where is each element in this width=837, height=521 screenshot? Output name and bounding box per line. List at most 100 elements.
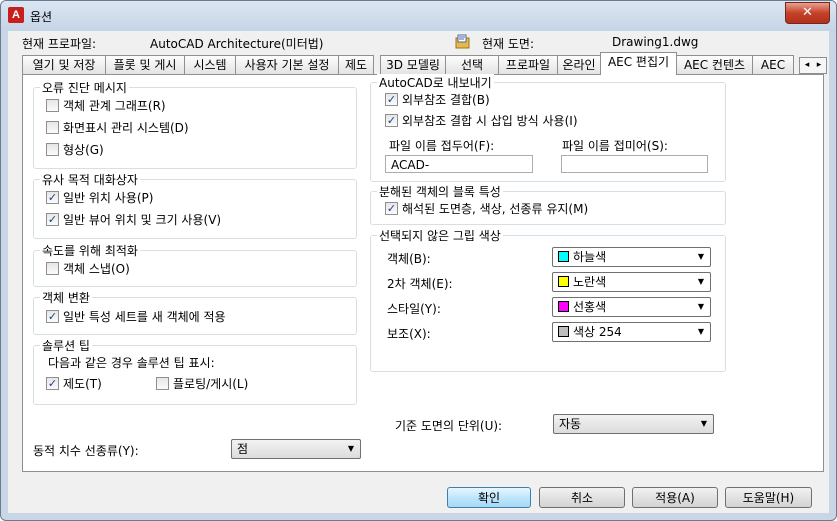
grip-secondary-value: 노란색 xyxy=(573,275,607,289)
color-swatch xyxy=(558,301,569,312)
grip-colors-group: 선택되지 않은 그립 색상 객체(B): 하늘색 ▼ 2차 객체(E): 노란색… xyxy=(370,227,726,372)
window-title: 옵션 xyxy=(30,10,53,24)
checkbox-label: 일반 특성 세트를 새 객체에 적용 xyxy=(63,310,226,324)
checkbox-box xyxy=(46,121,59,134)
tab-profiles[interactable]: 프로파일 xyxy=(498,55,558,74)
checkbox-label: 객체 스냅(O) xyxy=(63,262,130,276)
grip-auxiliary-dropdown[interactable]: 색상 254 ▼ xyxy=(552,322,711,342)
drawing-folder-icon xyxy=(455,34,470,49)
dialog-client: 현재 프로파일: AutoCAD Architecture(미터법) 현재 도면… xyxy=(8,31,829,513)
checkbox-box: ✓ xyxy=(46,377,59,390)
current-drawing-label: 현재 도면: xyxy=(482,37,535,51)
diag-display-system-checkbox[interactable]: 화면표시 관리 시스템(D) xyxy=(46,120,189,136)
chevron-down-icon: ▼ xyxy=(697,327,704,336)
diag-object-graph-checkbox[interactable]: 객체 관계 그래프(R) xyxy=(46,98,166,114)
apply-button[interactable]: 적용(A) xyxy=(632,487,718,508)
base-units-value: 자동 xyxy=(559,417,582,431)
chevron-down-icon: ▼ xyxy=(347,444,354,453)
checkbox-label: 일반 위치 사용(P) xyxy=(63,191,154,205)
grip-secondary-dropdown[interactable]: 노란색 ▼ xyxy=(552,272,711,292)
grip-style-dropdown[interactable]: 선홍색 ▼ xyxy=(552,297,711,317)
checkbox-box: ✓ xyxy=(46,310,59,323)
bind-xrefs-checkbox[interactable]: ✓ 외부참조 결합(B) xyxy=(385,92,490,108)
grip-auxiliary-label: 보조(X): xyxy=(387,327,431,341)
ok-button[interactable]: 확인 xyxy=(447,487,531,508)
filename-suffix-input[interactable] xyxy=(561,155,708,173)
object-conversion-group-title: 객체 변환 xyxy=(40,289,92,306)
bind-insert-method-checkbox[interactable]: ✓ 외부참조 결합 시 삽입 방식 사용(I) xyxy=(385,113,578,129)
diag-geometry-checkbox[interactable]: 형상(G) xyxy=(46,142,104,158)
checkbox-box xyxy=(46,262,59,275)
tab-system[interactable]: 시스템 xyxy=(184,55,236,74)
checkbox-box: ✓ xyxy=(46,191,59,204)
checkbox-box xyxy=(156,377,169,390)
close-button[interactable]: ✕ xyxy=(785,2,830,24)
solution-tips-group-title: 솔루션 팁 xyxy=(40,337,92,354)
grip-secondary-label: 2차 객체(E): xyxy=(387,277,453,291)
checkbox-box xyxy=(46,143,59,156)
exploded-group-title: 분해된 객체의 블록 특성 xyxy=(377,183,503,200)
color-swatch xyxy=(558,326,569,337)
exploded-group: 분해된 객체의 블록 특성 ✓ 해석된 도면층, 색상, 선종류 유지(M) xyxy=(370,183,726,225)
solution-tips-subtitle: 다음과 같은 경우 솔루션 팁 표시: xyxy=(48,356,215,370)
tab-scroll-right-icon[interactable]: ▸ xyxy=(813,58,825,73)
checkbox-label: 일반 뷰어 위치 및 크기 사용(V) xyxy=(63,213,222,227)
grip-colors-group-title: 선택되지 않은 그립 색상 xyxy=(377,227,503,244)
cancel-button[interactable]: 취소 xyxy=(539,487,625,508)
maintain-resolved-checkbox[interactable]: ✓ 해석된 도면층, 색상, 선종류 유지(M) xyxy=(385,201,588,217)
apply-common-property-sets-checkbox[interactable]: ✓ 일반 특성 세트를 새 객체에 적용 xyxy=(46,309,226,325)
tips-plotting-checkbox[interactable]: 플로팅/게시(L) xyxy=(156,376,248,392)
color-swatch xyxy=(558,276,569,287)
tab-scroll-buttons: ◂ ▸ xyxy=(799,57,827,74)
tab-scroll-left-icon[interactable]: ◂ xyxy=(801,58,813,73)
checkbox-box xyxy=(46,99,59,112)
checkbox-label: 외부참조 결합(B) xyxy=(402,93,490,107)
base-units-label: 기준 도면의 단위(U): xyxy=(395,419,503,433)
tab-user-preferences[interactable]: 사용자 기본 설정 xyxy=(235,55,339,74)
checkbox-label: 해석된 도면층, 색상, 선종류 유지(M) xyxy=(402,202,589,216)
tab-drafting[interactable]: 제도 xyxy=(338,55,374,74)
aec-editor-panel: 오류 진단 메시지 객체 관계 그래프(R) 화면표시 관리 시스템(D) 형상… xyxy=(22,74,824,472)
checkbox-label: 외부참조 결합 시 삽입 방식 사용(I) xyxy=(402,114,578,128)
grip-style-value: 선홍색 xyxy=(573,300,607,314)
base-units-dropdown[interactable]: 자동 ▼ xyxy=(553,414,714,434)
grip-object-dropdown[interactable]: 하늘색 ▼ xyxy=(552,247,711,267)
tab-aec-editor[interactable]: AEC 편집기 xyxy=(600,52,677,75)
chevron-down-icon: ▼ xyxy=(697,252,704,261)
help-button[interactable]: 도움말(H) xyxy=(725,487,812,508)
checkbox-box: ✓ xyxy=(46,213,59,226)
checkbox-label: 화면표시 관리 시스템(D) xyxy=(63,121,189,135)
current-profile-value: AutoCAD Architecture(미터법) xyxy=(150,37,324,51)
filename-prefix-label: 파일 이름 접두어(F): xyxy=(389,139,495,153)
chevron-down-icon: ▼ xyxy=(697,302,704,311)
common-position-checkbox[interactable]: ✓ 일반 위치 사용(P) xyxy=(46,190,153,206)
common-viewer-position-checkbox[interactable]: ✓ 일반 뷰어 위치 및 크기 사용(V) xyxy=(46,212,221,228)
tab-online[interactable]: 온라인 xyxy=(557,55,601,74)
checkbox-label: 객체 관계 그래프(R) xyxy=(63,99,166,113)
object-snap-checkbox[interactable]: 객체 스냅(O) xyxy=(46,261,130,277)
chevron-down-icon: ▼ xyxy=(700,419,707,428)
grip-style-label: 스타일(Y): xyxy=(387,302,441,316)
filename-prefix-input[interactable]: ACAD- xyxy=(385,155,533,173)
diagnostics-group-title: 오류 진단 메시지 xyxy=(40,79,129,96)
tab-selection[interactable]: 선택 xyxy=(445,55,499,74)
tab-open-save[interactable]: 열기 및 저장 xyxy=(22,55,106,74)
checkbox-box: ✓ xyxy=(385,114,398,127)
tab-aec[interactable]: AEC xyxy=(752,55,794,74)
checkbox-label: 형상(G) xyxy=(63,143,104,157)
dim-linetype-label: 동적 치수 선종류(Y): xyxy=(33,444,139,458)
tab-aec-content[interactable]: AEC 컨텐츠 xyxy=(676,55,753,74)
similar-dialogs-group-title: 유사 목적 대화상자 xyxy=(40,171,140,188)
filename-suffix-label: 파일 이름 접미어(S): xyxy=(562,139,668,153)
dim-linetype-dropdown[interactable]: 점 ▼ xyxy=(231,439,361,459)
optimize-group-title: 속도를 위해 최적화 xyxy=(40,242,140,259)
tab-3d-modeling[interactable]: 3D 모델링 xyxy=(380,55,446,74)
title-bar[interactable]: A 옵션 ✕ xyxy=(1,1,836,31)
dim-linetype-value: 점 xyxy=(237,442,249,456)
object-conversion-group: 객체 변환 ✓ 일반 특성 세트를 새 객체에 적용 xyxy=(33,289,357,335)
tips-drafting-checkbox[interactable]: ✓ 제도(T) xyxy=(46,376,102,392)
color-swatch xyxy=(558,251,569,262)
tab-plot-publish[interactable]: 플롯 및 게시 xyxy=(105,55,185,74)
checkbox-box: ✓ xyxy=(385,93,398,106)
grip-object-value: 하늘색 xyxy=(573,250,607,264)
